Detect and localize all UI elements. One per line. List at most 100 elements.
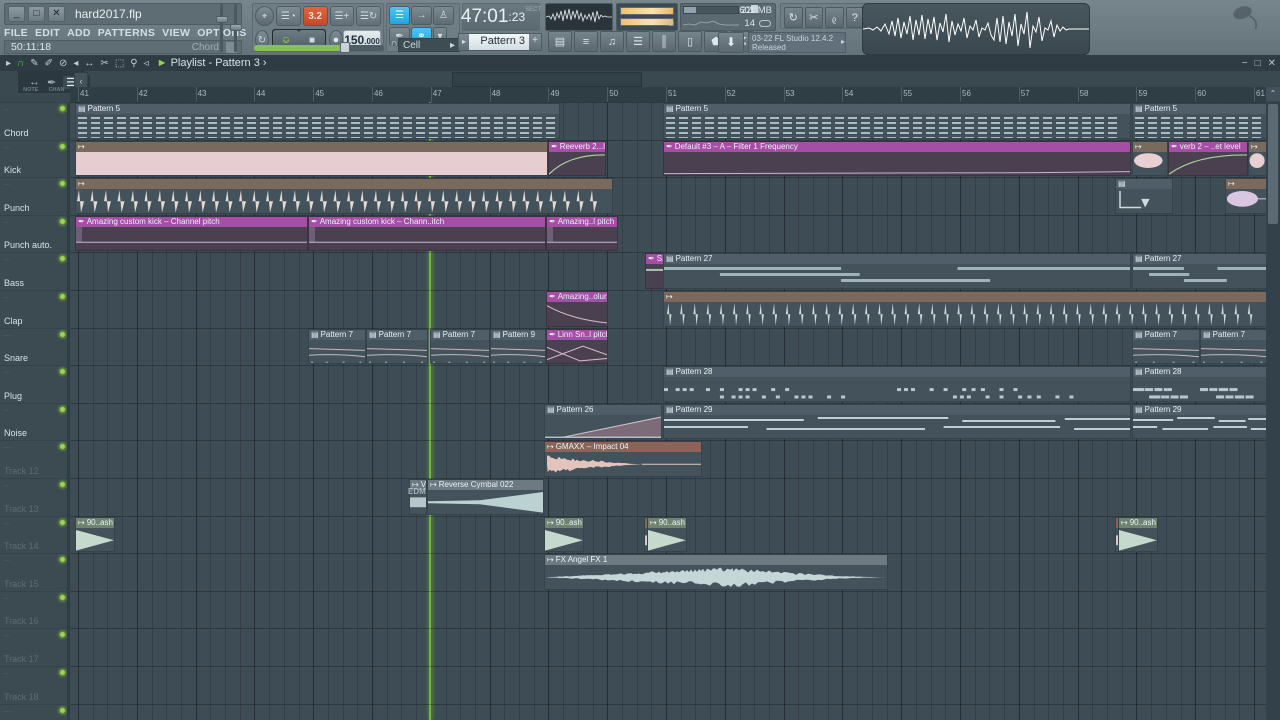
clip-header[interactable]: ▤ Pattern 26	[545, 405, 661, 415]
clip-header[interactable]: ▤ Pattern 9	[491, 330, 545, 340]
maximize-button[interactable]: □	[28, 6, 45, 22]
track-header-track-13[interactable]: ⋯ Track 13	[0, 478, 70, 516]
track-grip[interactable]: ⋯	[4, 294, 12, 302]
volume-knob[interactable]	[230, 24, 242, 31]
track-grip[interactable]: ⋯	[4, 106, 12, 114]
clip-c5[interactable]: ✒Reeverb 2...level	[548, 141, 606, 177]
clip-c31[interactable]: ▤ Pattern 29	[663, 404, 1131, 440]
clip-c18[interactable]: ▤ Pattern 27	[1132, 253, 1266, 289]
maximize-icon[interactable]: □	[1255, 58, 1261, 69]
clip-c28[interactable]: ▤ Pattern 28	[663, 366, 1131, 402]
clip-c30[interactable]: ▤ Pattern 26	[544, 404, 662, 440]
clip-c42[interactable]: ↦ FX Angel FX 1	[544, 554, 888, 590]
track-grip[interactable]: ⋯	[4, 444, 12, 452]
playback-tool-icon[interactable]: ◃	[144, 58, 149, 69]
vertical-scroll-thumb[interactable]	[1268, 104, 1278, 224]
clip-c17[interactable]: ▤ Pattern 27	[663, 253, 1131, 289]
clip-header[interactable]: ▤ Pattern 27	[664, 254, 1130, 264]
clip-c32[interactable]: ▤ Pattern 29	[1132, 404, 1266, 440]
clip-c35[interactable]: ↦ Reverse Cymbal 022	[427, 479, 544, 515]
step-edit-icon[interactable]: →	[411, 6, 432, 25]
clip-c9[interactable]: ↦	[1248, 141, 1266, 177]
track-led[interactable]	[59, 105, 66, 112]
clip-header[interactable]: ↦ FX Angel FX 1	[545, 555, 887, 565]
pattern-song-toggle[interactable]: ⌖	[255, 6, 274, 26]
clip-header[interactable]: ↦ GMAXX – Impact 04	[545, 442, 701, 452]
clip-header[interactable]: ↦	[76, 179, 612, 189]
track-led[interactable]	[59, 255, 66, 262]
close-button[interactable]: ✕	[48, 6, 65, 22]
track-led[interactable]	[59, 180, 66, 187]
clip-header[interactable]: ↦	[1226, 179, 1266, 189]
menu-item-file[interactable]: FILE	[4, 27, 28, 39]
pattern-mode-button[interactable]: ☰◔	[276, 6, 301, 26]
track-led[interactable]	[59, 594, 66, 601]
clip-header[interactable]: ✒ Amazing..l pitch	[547, 217, 617, 227]
track-header-track-16[interactable]: ⋯ Track 16	[0, 591, 70, 629]
menu-arrow-icon[interactable]: ▸	[6, 58, 11, 69]
track-led[interactable]	[59, 556, 66, 563]
track-led[interactable]	[59, 143, 66, 150]
track-grip[interactable]: ⋯	[4, 670, 12, 678]
clip-c14[interactable]: ✒ Amazing custom kick – Chann..itch	[308, 216, 546, 252]
clip-c11[interactable]: ▤	[1115, 178, 1173, 214]
clip-c2[interactable]: ▤ Pattern 5	[663, 103, 1131, 139]
news-panel[interactable]: ⬇ 03-22 FL Studio 12.4.2 Released ▸	[718, 31, 848, 53]
paint-tool-icon[interactable]: ✐	[45, 58, 53, 69]
clip-c6[interactable]: ✒ Default #3 – A – Filter 1 Frequency	[663, 141, 1131, 177]
clip-header[interactable]: ✒ Linn Sn..l pitch	[547, 330, 607, 340]
clip-header[interactable]: ▤ Pattern 29	[1133, 405, 1266, 415]
minimize-button[interactable]: _	[8, 6, 25, 22]
clip-c34[interactable]: ↦V..	[409, 479, 427, 515]
master-pitch-slider[interactable]	[218, 4, 226, 52]
master-volume-slider[interactable]	[232, 4, 240, 52]
track-header-track-17[interactable]: ⋯ Track 17	[0, 628, 70, 666]
scissors-icon[interactable]: ✂	[805, 7, 824, 28]
clip-c12[interactable]: ↦	[1225, 178, 1266, 214]
track-grip[interactable]: ⋯	[4, 181, 12, 189]
track-header-chord[interactable]: ⋯ Chord	[0, 102, 70, 140]
scroll-up-icon[interactable]: ⌃	[1266, 87, 1280, 101]
track-led[interactable]	[59, 519, 66, 526]
track-grip[interactable]: ⋯	[4, 482, 12, 490]
piano-roll-icon[interactable]: ♫	[600, 31, 624, 52]
clip-header[interactable]: ▤	[1116, 179, 1172, 189]
track-header-track-15[interactable]: ⋯ Track 15	[0, 553, 70, 591]
magnet-snap-icon[interactable]: ∩	[17, 58, 24, 69]
delete-tool-icon[interactable]: ⊘	[59, 58, 67, 69]
track-grip[interactable]: ⋯	[4, 557, 12, 565]
draw-tool-icon[interactable]: ✎	[30, 58, 38, 69]
beat-counter[interactable]: 3.2	[303, 6, 328, 26]
clip-c41[interactable]: ↦ 90..ash	[1118, 517, 1158, 553]
clip-header[interactable]: ↦ 90..ash	[648, 518, 686, 528]
clip-c1[interactable]: ▤ Pattern 5	[75, 103, 560, 139]
track-grip[interactable]: ⋯	[4, 369, 12, 377]
time-display-panel[interactable]: 50:11:18 Chord	[4, 40, 242, 54]
clip-c15[interactable]: ✒ Amazing..l pitch	[546, 216, 618, 252]
select-tool-icon[interactable]: ⬚	[115, 58, 124, 69]
clip-header[interactable]: ↦	[1249, 142, 1266, 152]
clip-header[interactable]: ✒ Amazing custom kick – Channel pitch	[76, 217, 307, 227]
clip-header[interactable]: ▤ Pattern 5	[664, 104, 1130, 114]
clip-header[interactable]: ▤ Pattern 28	[1133, 367, 1266, 377]
clip-header[interactable]: ✒ verb 2 – ..et level	[1169, 142, 1247, 152]
clip-header[interactable]: ▤ Pattern 5	[1133, 104, 1266, 114]
clip-c29[interactable]: ▤ Pattern 28	[1132, 366, 1266, 402]
track-led[interactable]	[59, 669, 66, 676]
time-clock[interactable]: 47:01 :23 SECT	[462, 3, 540, 31]
download-icon[interactable]: ⬇	[718, 32, 744, 53]
track-header-clap[interactable]: ⋯ Clap	[0, 290, 70, 328]
position-handle[interactable]	[340, 42, 350, 53]
menu-item-edit[interactable]: EDIT	[35, 27, 60, 39]
refresh-icon[interactable]: ↻	[784, 7, 803, 28]
track-header-track-12[interactable]: ⋯ Track 12	[0, 440, 70, 478]
wave-candy-visualizer[interactable]	[862, 3, 1090, 55]
clip-c36[interactable]: ↦ 90..ash	[75, 517, 115, 553]
clip-c3[interactable]: ▤ Pattern 5	[1132, 103, 1266, 139]
clip-header[interactable]: ↦	[76, 142, 547, 152]
clip-c22[interactable]: ▤ Pattern 7	[366, 329, 428, 365]
clip-header[interactable]: ▤ Pattern 27	[1133, 254, 1266, 264]
mute-tool-icon[interactable]: ◂	[73, 58, 78, 69]
menu-item-view[interactable]: VIEW	[162, 27, 190, 39]
track-header-track-14[interactable]: ⋯ Track 14	[0, 516, 70, 554]
